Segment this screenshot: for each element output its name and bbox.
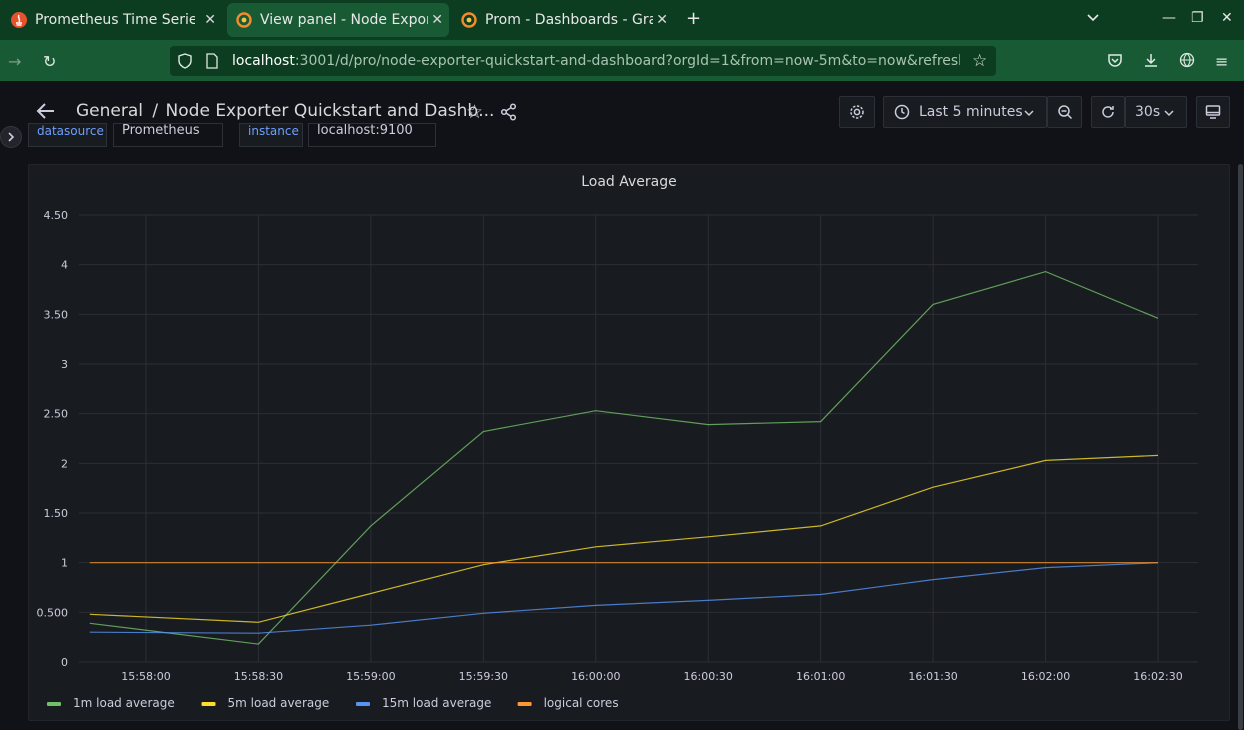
dashboard-title[interactable]: Node Exporter Quickstart and Dashb... [166,101,495,121]
share-icon[interactable] [500,103,518,125]
tv-mode-button[interactable] [1196,96,1230,128]
legend-item: logical cores [544,696,619,710]
series-line-5m-load-average [89,454,1159,623]
y-tick-label: 4.50 [44,209,69,222]
refresh-interval-picker[interactable]: 30s [1125,96,1187,128]
download-icon[interactable] [1143,52,1159,72]
zoom-out-icon [1057,105,1072,120]
legend-swatch [201,702,216,706]
variable-label-instance: instance [239,123,303,147]
legend-item: 5m load average [228,696,330,710]
variable-label-datasource: datasource [28,123,107,147]
menu-icon[interactable]: ≡ [1215,52,1228,71]
tab-title: Prometheus Time Series C [35,12,195,28]
browser-tab-view-panel[interactable]: View panel - Node Exporte ✕ [227,3,449,37]
variable-select-datasource[interactable]: Prometheus [113,123,223,147]
monitor-icon [1205,105,1221,119]
chevron-down-icon [1164,110,1174,117]
series-line-15m-load-average [89,562,1159,634]
y-tick-label: 4 [61,259,68,272]
chevron-down-icon[interactable] [1086,10,1100,28]
minimize-icon[interactable]: — [1162,10,1176,26]
legend-swatch [517,702,532,706]
legend-swatch [356,702,370,706]
forward-icon[interactable]: → [8,52,21,71]
zoom-out-button[interactable] [1047,96,1082,128]
grafana-icon [236,12,252,28]
refresh-interval-label: 30s [1135,104,1161,120]
load-average-panel[interactable]: Load Average 0 0.500 1 1.50 2 2.50 3 3.50 4 4.50 1… [28,164,1230,721]
sidebar-toggle-button[interactable] [0,126,22,148]
y-tick-label: 0.500 [37,606,69,619]
legend-item: 1m load average [73,696,175,710]
restore-icon[interactable]: ❐ [1191,10,1204,26]
new-tab-icon[interactable]: + [686,8,701,29]
dashboard-settings-button[interactable] [839,96,875,128]
y-tick-label: 0 [61,656,68,669]
pocket-icon[interactable] [1107,52,1123,72]
gear-icon [850,105,864,119]
browser-tab-dashboards[interactable]: Prom - Dashboards - Grafa ✕ [452,3,674,37]
y-tick-label: 3.50 [44,308,69,321]
x-tick-label: 15:59:00 [346,670,395,683]
url-text[interactable]: localhost:3001/d/pro/node-exporter-quick… [232,53,960,69]
close-tab-icon[interactable]: ✕ [204,12,216,28]
breadcrumb-separator: / [152,101,159,121]
globe-icon[interactable] [1179,52,1195,72]
clock-icon [894,104,910,120]
breadcrumb: General / Node Exporter Quickstart and D… [76,101,494,121]
grafana-app: General / Node Exporter Quickstart and D… [0,81,1244,730]
back-arrow-icon[interactable] [36,101,56,125]
refresh-button[interactable] [1091,96,1125,128]
x-tick-label: 16:01:00 [796,670,845,683]
chevron-down-icon [1024,110,1034,117]
chevron-right-icon [8,132,15,142]
x-tick-label: 16:02:30 [1133,670,1182,683]
grafana-icon [461,12,477,28]
page-icon [206,53,218,73]
browser-tab-bar: Prometheus Time Series C ✕ View panel - … [0,0,1244,40]
url-host: localhost [232,53,295,69]
y-tick-label: 1 [61,557,68,570]
x-tick-label: 16:01:30 [908,670,957,683]
url-path: :3001/d/pro/node-exporter-quickstart-and… [294,53,960,69]
browser-tab-prometheus[interactable]: Prometheus Time Series C ✕ [2,3,222,37]
variable-select-instance[interactable]: localhost:9100 [308,123,436,147]
y-tick-label: 2 [61,457,68,470]
prometheus-icon [11,12,27,28]
star-icon[interactable]: ☆ [466,101,483,123]
time-range-label: Last 5 minutes [919,104,1023,120]
tab-title: Prom - Dashboards - Grafa [485,12,653,28]
x-tick-label: 16:00:00 [571,670,620,683]
y-tick-label: 3 [61,358,68,371]
legend-swatch [47,702,61,706]
breadcrumb-folder[interactable]: General [76,101,143,121]
bookmark-star-icon[interactable]: ☆ [972,51,987,71]
legend-item: 15m load average [382,696,491,710]
time-range-picker[interactable]: Last 5 minutes [883,96,1047,128]
x-tick-label: 15:59:30 [459,670,508,683]
close-window-icon[interactable]: ✕ [1221,10,1233,26]
refresh-icon [1102,106,1114,118]
address-bar[interactable]: localhost:3001/d/pro/node-exporter-quick… [170,46,996,76]
series-line-1m-load-average [89,270,1159,645]
scrollbar[interactable] [1238,164,1243,730]
close-tab-icon[interactable]: ✕ [656,12,668,28]
x-tick-label: 16:00:30 [684,670,733,683]
y-tick-label: 2.50 [44,408,69,421]
reload-icon[interactable]: ↻ [43,52,56,71]
x-tick-label: 16:02:00 [1021,670,1070,683]
load-average-chart[interactable]: 0 0.500 1 1.50 2 2.50 3 3.50 4 4.50 15:58:00 15:58:… [29,165,1229,720]
x-tick-label: 15:58:30 [234,670,283,683]
x-tick-label: 15:58:00 [121,670,170,683]
tab-title: View panel - Node Exporte [260,12,428,28]
shield-icon[interactable] [178,53,192,73]
close-tab-icon[interactable]: ✕ [431,12,443,28]
y-tick-label: 1.50 [44,507,69,520]
